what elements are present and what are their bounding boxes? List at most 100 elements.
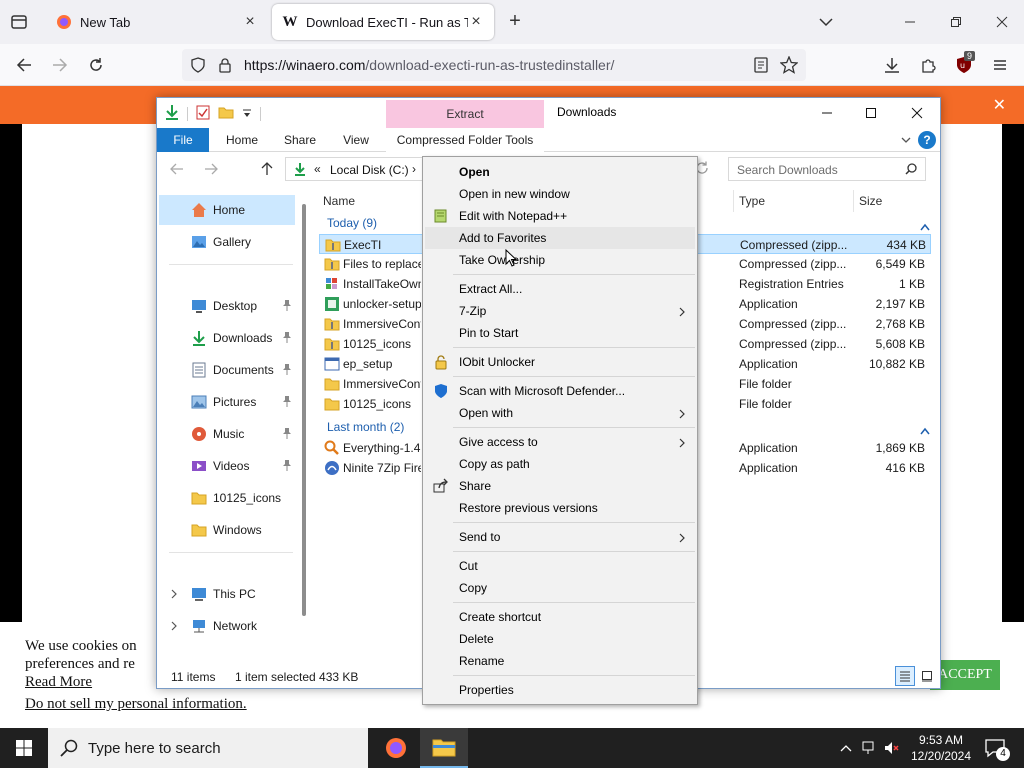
ublock-origin-icon[interactable]: u 9 (952, 51, 976, 77)
close-window-icon[interactable] (895, 100, 939, 126)
extensions-puzzle-icon[interactable] (916, 53, 940, 77)
group-header-today[interactable]: Today (9) (327, 216, 377, 230)
column-header-size[interactable]: Size (859, 194, 882, 208)
maximize-icon[interactable] (849, 100, 893, 126)
column-divider[interactable] (853, 190, 854, 212)
downloads-icon[interactable] (880, 53, 904, 77)
address-separator[interactable]: › (412, 162, 416, 176)
ribbon-tab-view[interactable]: View (333, 128, 379, 152)
expand-ribbon-chevron-icon[interactable] (900, 134, 912, 146)
nav-item-10125-icons[interactable]: 10125_icons (159, 483, 295, 513)
menu-item-extract-all[interactable]: Extract All... (425, 278, 695, 300)
ribbon-tab-share[interactable]: Share (275, 128, 325, 152)
reader-view-icon[interactable] (754, 57, 768, 76)
back-arrow-icon[interactable] (12, 53, 36, 77)
nav-item-documents[interactable]: Documents (159, 355, 295, 385)
nav-item-gallery[interactable]: Gallery (159, 227, 295, 257)
address-overflow[interactable]: « (314, 162, 321, 176)
back-arrow-icon[interactable] (169, 161, 185, 177)
pin-icon[interactable] (282, 459, 292, 471)
taskbar-search-box[interactable]: Type here to search (48, 728, 368, 768)
pin-icon[interactable] (282, 299, 292, 311)
ribbon-tab-file[interactable]: File (157, 128, 209, 152)
list-tabs-chevron-icon[interactable] (814, 10, 838, 34)
nav-item-pictures[interactable]: Pictures (159, 387, 295, 417)
network-icon[interactable] (862, 740, 878, 756)
nav-item-videos[interactable]: Videos (159, 451, 295, 481)
collapse-group-chevron-icon[interactable] (920, 220, 930, 231)
menu-item-copy-as-path[interactable]: Copy as path (425, 453, 695, 475)
menu-item-send-to[interactable]: Send to (425, 526, 695, 548)
pin-icon[interactable] (282, 395, 292, 407)
new-tab-plus-icon[interactable]: + (504, 10, 526, 32)
group-header-last-month[interactable]: Last month (2) (327, 420, 404, 434)
nav-pane-scrollbar[interactable] (302, 204, 306, 616)
ribbon-tab-compressed-folder-tools[interactable]: Compressed Folder Tools (386, 128, 544, 152)
reload-icon[interactable] (84, 53, 108, 77)
menu-item-take-ownership[interactable]: Take Ownership (425, 248, 695, 271)
menu-item-delete[interactable]: Delete (425, 628, 695, 650)
restore-icon[interactable] (944, 10, 968, 34)
firefox-view-icon[interactable] (8, 11, 30, 33)
nav-item-music[interactable]: Music (159, 419, 295, 449)
tab-new-tab[interactable]: New Tab × (46, 4, 268, 40)
column-header-name[interactable]: Name (323, 194, 355, 208)
bookmark-star-icon[interactable] (779, 55, 799, 77)
menu-item-cut[interactable]: Cut (425, 555, 695, 577)
menu-item-open-with[interactable]: Open with (425, 402, 695, 424)
menu-item-iobit-unlocker[interactable]: IObit Unlocker (425, 351, 695, 373)
start-button[interactable] (0, 728, 48, 768)
address-location[interactable]: Local Disk (C:) (330, 163, 409, 177)
extract-context-tab-header[interactable]: Extract (386, 100, 544, 128)
taskbar-firefox[interactable] (372, 728, 420, 768)
pin-icon[interactable] (282, 427, 292, 439)
close-tab-icon[interactable]: × (242, 14, 258, 30)
forward-arrow-icon[interactable] (48, 53, 72, 77)
properties-check-icon[interactable] (196, 104, 210, 123)
column-header-type[interactable]: Type (739, 194, 765, 208)
minimize-icon[interactable] (898, 10, 922, 34)
read-more-link[interactable]: Read More (25, 674, 92, 691)
pin-icon[interactable] (282, 363, 292, 375)
menu-item-restore-versions[interactable]: Restore previous versions (425, 497, 695, 519)
lock-icon[interactable] (218, 57, 232, 76)
clock[interactable]: 9:53 AM 12/20/2024 (906, 732, 976, 764)
url-bar[interactable]: https://winaero.com/download-execti-run-… (182, 49, 806, 81)
notifications-button[interactable]: 4 (984, 738, 1010, 761)
menu-item-open[interactable]: Open (425, 161, 695, 183)
new-folder-icon[interactable] (218, 105, 234, 122)
pin-icon[interactable] (282, 331, 292, 343)
address-bar[interactable]: « Local Disk (C:) › (285, 157, 425, 181)
menu-item-share[interactable]: Share (425, 475, 695, 497)
help-icon[interactable]: ? (918, 131, 936, 149)
nav-item-desktop[interactable]: Desktop (159, 291, 295, 321)
menu-item-scan-defender[interactable]: Scan with Microsoft Defender... (425, 380, 695, 402)
banner-close-icon[interactable]: ✕ (993, 95, 1006, 115)
close-tab-icon[interactable]: × (468, 14, 484, 30)
volume-muted-icon[interactable] (884, 740, 900, 756)
menu-item-7zip[interactable]: 7-Zip (425, 300, 695, 322)
large-icons-view-icon[interactable] (917, 666, 937, 686)
expand-chevron-icon[interactable] (169, 588, 179, 599)
nav-item-downloads[interactable]: Downloads (159, 323, 295, 353)
menu-item-pin-to-start[interactable]: Pin to Start (425, 322, 695, 344)
menu-item-copy[interactable]: Copy (425, 577, 695, 599)
menu-item-rename[interactable]: Rename (425, 650, 695, 672)
menu-item-edit-notepadpp[interactable]: Edit with Notepad++ (425, 205, 695, 227)
search-downloads-input[interactable]: Search Downloads (728, 157, 926, 181)
ribbon-tab-home[interactable]: Home (217, 128, 267, 152)
nav-item-this-pc[interactable]: This PC (159, 579, 295, 609)
collapse-group-chevron-icon[interactable] (920, 424, 930, 435)
taskbar-file-explorer[interactable] (420, 728, 468, 768)
qat-dropdown-icon[interactable] (242, 107, 252, 121)
forward-arrow-icon[interactable] (203, 161, 219, 177)
column-divider[interactable] (733, 190, 734, 212)
menu-item-add-to-favorites[interactable]: Add to Favorites (425, 227, 695, 249)
downloads-arrow-icon[interactable] (165, 104, 179, 123)
shield-icon[interactable] (190, 57, 206, 76)
tab-execti[interactable]: W Download ExecTI - Run as Trust × (272, 4, 494, 40)
minimize-icon[interactable] (805, 100, 849, 126)
close-window-icon[interactable] (990, 10, 1014, 34)
menu-item-create-shortcut[interactable]: Create shortcut (425, 606, 695, 628)
show-hidden-icons-chevron-icon[interactable] (838, 740, 854, 756)
